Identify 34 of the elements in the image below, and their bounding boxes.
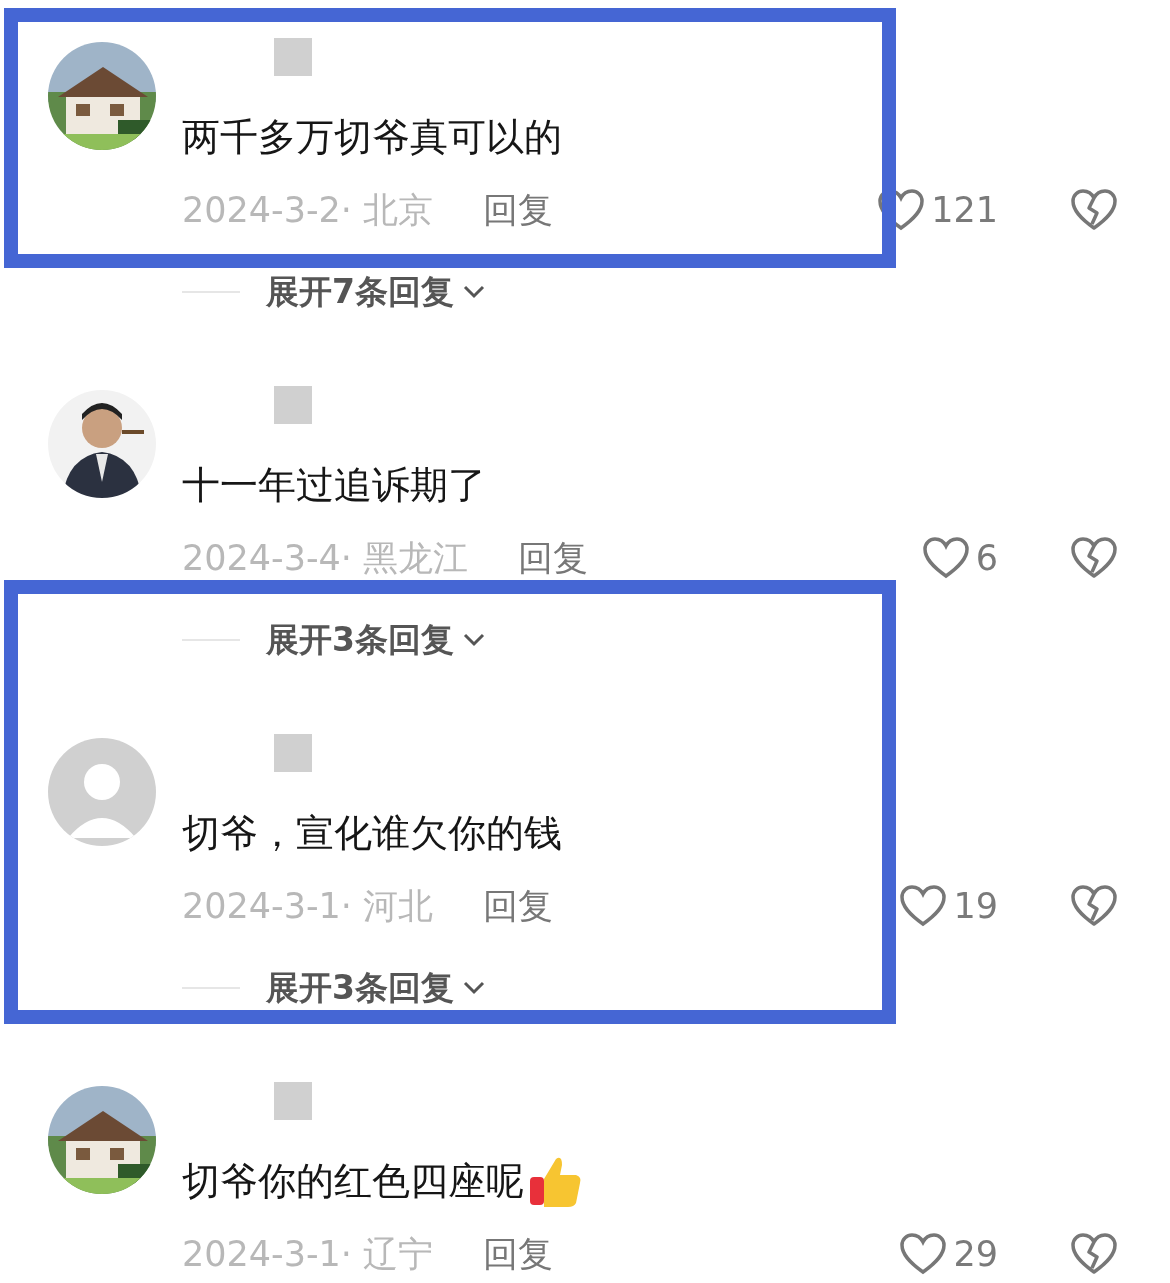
expand-replies-button[interactable]: 展开3条回复	[266, 617, 486, 663]
expand-replies-button[interactable]: 展开7条回复	[266, 269, 486, 315]
comment-date-location: 2024-3-1· 河北	[182, 884, 434, 928]
comment-text: 两千多万切爷真可以的	[182, 114, 562, 161]
like-count: 29	[953, 1234, 998, 1274]
reply-button[interactable]: 回复	[483, 1230, 554, 1278]
comment-text: 切爷你的红色四座呢	[182, 1158, 524, 1205]
broken-heart-icon[interactable]	[1070, 536, 1118, 580]
like-count: 6	[975, 538, 998, 578]
like-count: 19	[953, 886, 998, 926]
heart-icon[interactable]	[899, 884, 948, 928]
reply-button[interactable]: 回复	[483, 882, 554, 930]
redaction-block	[274, 1082, 312, 1120]
comment-text: 十一年过追诉期了	[182, 462, 486, 509]
comment-date-location: 2024-3-4· 黑龙江	[182, 536, 469, 580]
expand-replies-button[interactable]: 展开3条回复	[266, 965, 486, 1011]
redaction-block	[274, 734, 312, 772]
chevron-down-icon	[461, 284, 486, 300]
comment-date-location: 2024-3-1· 辽宁	[182, 1232, 434, 1276]
broken-heart-icon[interactable]	[1070, 188, 1118, 232]
heart-icon[interactable]	[877, 188, 926, 232]
chevron-down-icon	[461, 980, 486, 996]
heart-icon[interactable]	[921, 536, 970, 580]
broken-heart-icon[interactable]	[1070, 884, 1118, 928]
chevron-down-icon	[461, 632, 486, 648]
reply-button[interactable]: 回复	[518, 534, 589, 582]
reply-button[interactable]: 回复	[483, 186, 554, 234]
like-count: 121	[931, 190, 998, 230]
broken-heart-icon[interactable]	[1070, 1232, 1118, 1276]
comment-date-location: 2024-3-2· 北京	[182, 188, 434, 232]
redaction-block	[274, 386, 312, 424]
heart-icon[interactable]	[899, 1232, 948, 1276]
comment-text: 切爷，宣化谁欠你的钱	[182, 810, 562, 857]
redaction-block	[274, 38, 312, 76]
